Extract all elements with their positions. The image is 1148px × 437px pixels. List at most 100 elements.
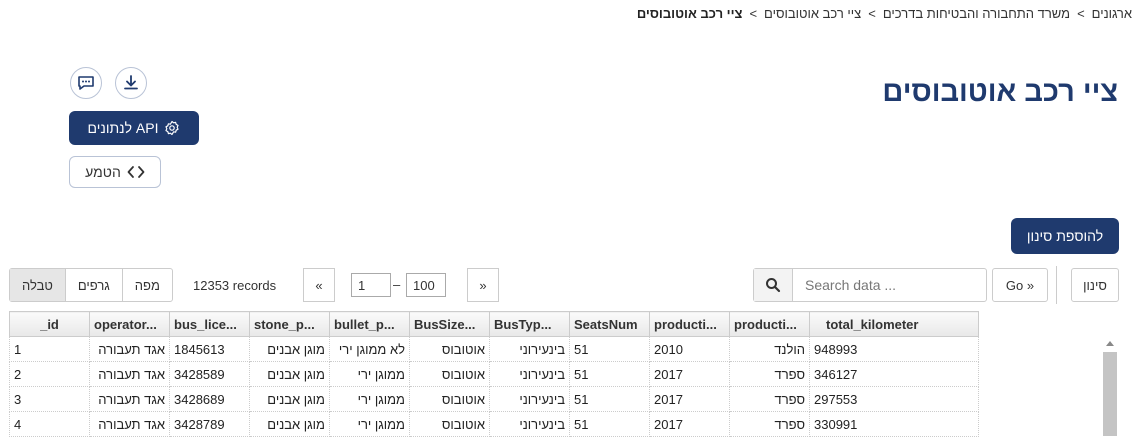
table-cell: 2017 — [649, 361, 730, 387]
table-cell: 51 — [569, 411, 650, 437]
table-cell: אוטובוס — [409, 361, 490, 387]
search-input[interactable]: Search data ... — [793, 269, 896, 301]
table-cell: 51 — [569, 386, 650, 412]
column-header[interactable]: operator... — [89, 311, 170, 337]
page-range-dash: – — [393, 277, 401, 292]
table-cell: 4 — [9, 411, 90, 437]
table-cell: מוגן אבנים — [249, 386, 330, 412]
table-cell: 1845613 — [169, 336, 250, 362]
table-header-row: _id operator... bus_lice... stone_p... b… — [9, 311, 979, 337]
breadcrumb-separator: > — [749, 6, 758, 21]
download-button[interactable] — [115, 67, 147, 99]
table-cell: אגד תעבורה — [89, 386, 170, 412]
table-cell: ספרד — [729, 411, 810, 437]
column-header[interactable]: producti... — [649, 311, 730, 337]
comment-icon — [78, 76, 94, 90]
table-cell: 330991 — [809, 411, 979, 437]
embed-button-label: הטמע — [85, 164, 121, 180]
embed-button[interactable]: הטמע — [69, 156, 161, 188]
breadcrumb-separator: > — [1077, 6, 1085, 21]
page-title: ציי רכב אוטובוסים — [882, 76, 1118, 108]
column-header[interactable]: SeatsNum — [569, 311, 650, 337]
table-cell: 346127 — [809, 361, 979, 387]
table-cell: מוגן אבנים — [249, 361, 330, 387]
table-row[interactable]: 2 אגד תעבורה 3428589 מוגן אבנים ממוגן יר… — [9, 361, 979, 387]
column-header[interactable]: BusTyp... — [489, 311, 570, 337]
table-cell: 3428589 — [169, 361, 250, 387]
table-cell: ספרד — [729, 386, 810, 412]
column-header[interactable]: BusSize... — [409, 311, 490, 337]
comment-button[interactable] — [70, 67, 102, 99]
table-cell: 3 — [9, 386, 90, 412]
data-table: _id operator... bus_lice... stone_p... b… — [9, 311, 979, 437]
table-cell: 2010 — [649, 336, 730, 362]
table-cell: אגד תעבורה — [89, 361, 170, 387]
search-box: Search data ... — [753, 268, 987, 302]
table-row[interactable]: 3 אגד תעבורה 3428689 מוגן אבנים ממוגן יר… — [9, 386, 979, 412]
table-cell: אוטובוס — [409, 336, 490, 362]
table-cell: אגד תעבורה — [89, 411, 170, 437]
table-cell: 3428689 — [169, 386, 250, 412]
table-row[interactable]: 1 אגד תעבורה 1845613 מוגן אבנים לא ממוגן… — [9, 336, 979, 362]
breadcrumb-item-orgs[interactable]: ארגונים — [1092, 6, 1132, 21]
add-filter-button[interactable]: להוספת סינון — [1011, 218, 1119, 254]
api-button[interactable]: API לנתונים — [69, 111, 199, 145]
breadcrumb-current: ציי רכב אוטובוסים — [636, 6, 743, 21]
table-cell: 297553 — [809, 386, 979, 412]
page-from-input[interactable]: 1 — [351, 273, 391, 297]
table-scrollbar[interactable] — [1103, 336, 1117, 436]
breadcrumb: ארגונים > משרד התחבורה והבטיחות בדרכים > ציי… — [637, 6, 1132, 21]
table-cell: בינעירוני — [489, 336, 570, 362]
breadcrumb-item-ministry[interactable]: משרד התחבורה והבטיחות בדרכים — [883, 6, 1070, 21]
records-count: 12353 records — [193, 278, 277, 293]
table-cell: מוגן אבנים — [249, 411, 330, 437]
breadcrumb-item-dataset[interactable]: ציי רכב אוטובוסים — [764, 6, 861, 21]
table-cell: 51 — [569, 336, 650, 362]
tab-map[interactable]: מפה — [121, 269, 172, 301]
table-cell: 2 — [9, 361, 90, 387]
table-cell: 51 — [569, 361, 650, 387]
column-header[interactable]: producti... — [729, 311, 810, 337]
prev-page-button[interactable]: « — [303, 268, 335, 302]
table-cell: ממוגן ירי — [329, 386, 410, 412]
column-header[interactable]: bullet_p... — [329, 311, 410, 337]
table-cell: 2017 — [649, 411, 730, 437]
table-cell: 3428789 — [169, 411, 250, 437]
column-header[interactable]: stone_p... — [249, 311, 330, 337]
api-button-label: API לנתונים — [87, 120, 159, 136]
table-row[interactable]: 4 אגד תעבורה 3428789 מוגן אבנים ממוגן יר… — [9, 411, 979, 437]
code-icon — [127, 166, 145, 178]
column-header[interactable]: _id — [9, 311, 90, 337]
search-icon — [766, 278, 781, 293]
next-page-button[interactable]: » — [467, 268, 499, 302]
breadcrumb-separator: > — [868, 6, 876, 21]
divider — [1056, 266, 1057, 304]
table-cell: ממוגן ירי — [329, 411, 410, 437]
column-header[interactable]: bus_lice... — [169, 311, 250, 337]
table-cell: אוטובוס — [409, 386, 490, 412]
view-tabs: טבלה גרפים מפה — [9, 268, 173, 302]
table-cell: 2017 — [649, 386, 730, 412]
go-button[interactable]: Go » — [992, 268, 1048, 302]
table-cell: 1 — [9, 336, 90, 362]
table-cell: מוגן אבנים — [249, 336, 330, 362]
table-cell: בינעירוני — [489, 361, 570, 387]
download-icon — [124, 75, 138, 90]
table-cell: ממוגן ירי — [329, 361, 410, 387]
tab-table[interactable]: טבלה — [10, 269, 65, 301]
table-cell: בינעירוני — [489, 386, 570, 412]
column-header[interactable]: total_kilometer — [809, 311, 979, 337]
scrollbar-thumb[interactable] — [1103, 352, 1117, 436]
table-cell: אוטובוס — [409, 411, 490, 437]
table-cell: הולנד — [729, 336, 810, 362]
table-cell: בינעירוני — [489, 411, 570, 437]
gear-icon — [165, 120, 180, 136]
table-cell: 948993 — [809, 336, 979, 362]
filter-button[interactable]: סינון — [1071, 268, 1119, 302]
search-button[interactable] — [754, 269, 793, 301]
table-cell: אגד תעבורה — [89, 336, 170, 362]
table-cell: לא ממוגן ירי — [329, 336, 410, 362]
tab-graphs[interactable]: גרפים — [64, 269, 122, 301]
page-to-input[interactable]: 100 — [406, 273, 446, 297]
scroll-up-icon[interactable] — [1106, 341, 1114, 346]
